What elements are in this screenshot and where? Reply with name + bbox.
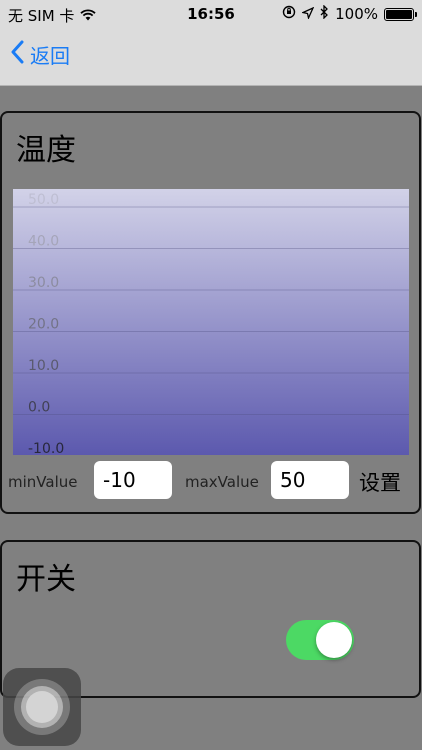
status-indicators: 100% [282, 4, 417, 23]
max-value-input[interactable] [271, 461, 349, 499]
status-bar: 无 SIM 卡 16:56 100% [0, 0, 422, 28]
min-value-label: minValue [8, 473, 78, 491]
y-tick-label: 10.0 [28, 358, 59, 374]
y-tick-label: 50.0 [28, 192, 59, 208]
temperature-title: 温度 [16, 133, 76, 168]
range-row: minValue maxValue 设置 [2, 461, 419, 501]
power-toggle[interactable] [286, 620, 354, 660]
back-button[interactable]: 返回 [10, 40, 70, 69]
y-tick-label: 20.0 [28, 317, 59, 333]
chart-plot-area [13, 189, 409, 455]
y-tick-label: 30.0 [28, 275, 59, 291]
bluetooth-icon [320, 4, 329, 23]
y-tick-label: 0.0 [28, 400, 50, 416]
y-tick-label: -10.0 [28, 441, 64, 455]
toggle-knob [316, 622, 352, 658]
chevron-left-icon [10, 40, 24, 69]
temperature-chart: 50.0 40.0 30.0 20.0 10.0 0.0 -10.0 [13, 189, 409, 455]
back-label: 返回 [30, 44, 70, 68]
settings-button[interactable]: 设置 [359, 467, 401, 497]
chart-canvas: 50.0 40.0 30.0 20.0 10.0 0.0 -10.0 [13, 189, 409, 455]
switch-title: 开关 [16, 562, 76, 597]
y-tick-label: 40.0 [28, 234, 59, 250]
battery-icon [384, 7, 417, 21]
location-arrow-icon [301, 5, 315, 23]
assistive-touch-ring-inner [26, 691, 58, 723]
navigation-bar: 返回 [0, 28, 422, 86]
assistive-touch-icon[interactable] [3, 668, 81, 746]
min-value-input[interactable] [94, 461, 172, 499]
max-value-label: maxValue [185, 473, 259, 491]
rotation-lock-icon [282, 5, 296, 23]
battery-percent: 100% [335, 5, 378, 23]
temperature-card: 温度 50.0 40.0 30.0 20.0 10.0 0.0 -10.0 minValue… [0, 111, 421, 514]
